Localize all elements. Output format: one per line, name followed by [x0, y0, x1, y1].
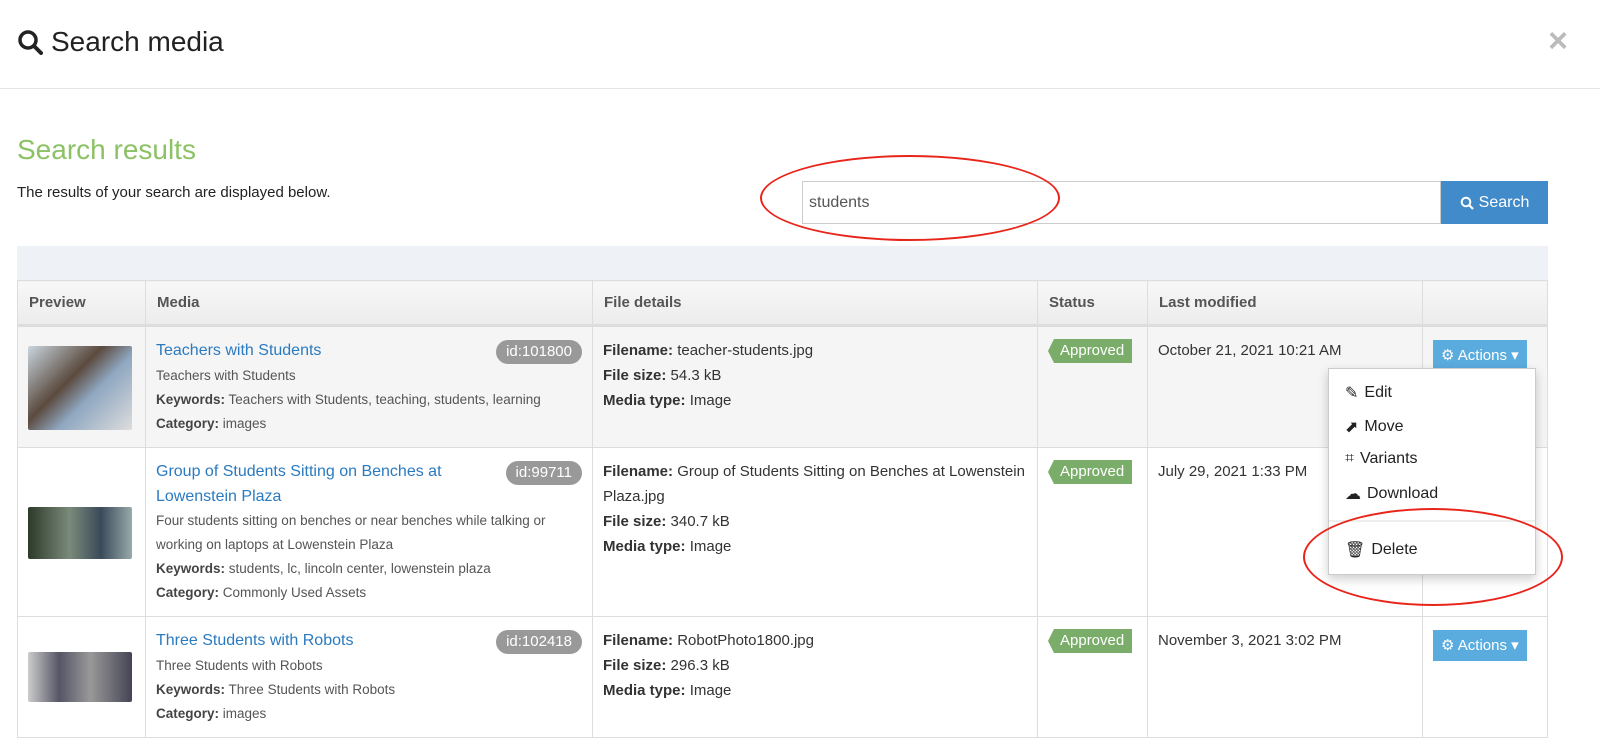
keywords-value: Teachers with Students, teaching, studen…: [228, 392, 541, 407]
edit-icon: ✎: [1345, 385, 1359, 402]
mediatype-value: Image: [689, 538, 732, 555]
results-table: Preview Media File details Status Last m…: [17, 280, 1548, 738]
mediatype-label: Media type:: [603, 682, 686, 699]
category-value: Commonly Used Assets: [222, 585, 367, 600]
filesize-value: 54.3 kB: [670, 367, 722, 384]
preview-image[interactable]: [28, 507, 132, 559]
mediatype-value: Image: [689, 682, 732, 699]
keywords-value: students, lc, lincoln center, lowenstein…: [228, 561, 491, 576]
keywords-label: Keywords:: [156, 682, 226, 697]
table-header: Preview Media File details Status Last m…: [17, 280, 1548, 327]
col-actions: [1422, 280, 1548, 327]
col-file-details[interactable]: File details: [592, 280, 1038, 327]
mediatype-label: Media type:: [603, 538, 686, 555]
actions-dropdown-menu: ✎ Edit ⬈ Move ⌗ Variants ☁ Download 🗑 Delete: [1328, 368, 1536, 575]
menu-item-delete[interactable]: 🗑 Delete: [1345, 540, 1418, 560]
filesize-value: 340.7 kB: [670, 513, 730, 530]
media-description: Teachers with Students: [156, 368, 296, 383]
search-icon: [18, 30, 43, 55]
toolbar-strip: [17, 246, 1548, 280]
results-description: The results of your search are displayed…: [17, 184, 331, 201]
status-badge: Approved: [1048, 339, 1133, 363]
filename-value: RobotPhoto1800.jpg: [677, 632, 814, 649]
search-input[interactable]: [802, 181, 1441, 224]
menu-label: Variants: [1360, 450, 1418, 467]
table-row: Group of Students Sitting on Benches at …: [17, 447, 1548, 617]
search-button[interactable]: Search: [1441, 181, 1548, 224]
table-row: Three Students with Robots id:102418 Thre…: [17, 616, 1548, 738]
close-icon[interactable]: ×: [1548, 22, 1568, 61]
menu-label: Move: [1364, 418, 1404, 435]
filename-label: Filename:: [603, 632, 674, 649]
search-button-label: Search: [1478, 193, 1530, 211]
col-last-modified[interactable]: Last modified: [1147, 280, 1423, 327]
menu-item-edit[interactable]: ✎ Edit: [1345, 383, 1392, 403]
category-label: Category:: [156, 416, 220, 431]
filename-label: Filename:: [603, 342, 674, 359]
filesize-label: File size:: [603, 657, 667, 674]
status-badge: Approved: [1048, 460, 1133, 484]
status-badge: Approved: [1048, 629, 1133, 653]
col-preview[interactable]: Preview: [17, 280, 146, 327]
last-modified: November 3, 2021 3:02 PM: [1147, 616, 1423, 738]
filesize-label: File size:: [603, 367, 667, 384]
cloud-download-icon: ☁: [1345, 486, 1361, 503]
move-icon: ⬈: [1345, 419, 1359, 436]
category-value: images: [222, 416, 267, 431]
filename-value: teacher-students.jpg: [677, 342, 814, 359]
mediatype-value: Image: [689, 392, 732, 409]
id-badge: id:101800: [496, 340, 582, 364]
id-badge: id:99711: [505, 461, 582, 485]
filename-label: Filename:: [603, 463, 674, 480]
mediatype-label: Media type:: [603, 392, 686, 409]
results-heading: Search results: [17, 134, 196, 165]
crop-icon: ⌗: [1345, 450, 1355, 467]
trash-icon: 🗑: [1345, 542, 1366, 559]
media-description: Three Students with Robots: [156, 658, 323, 673]
filesize-value: 296.3 kB: [670, 657, 730, 674]
menu-label: Edit: [1364, 384, 1392, 401]
actions-button[interactable]: ⚙ Actions ▾: [1433, 340, 1527, 371]
category-value: images: [222, 706, 267, 721]
menu-label: Delete: [1371, 541, 1418, 558]
col-status[interactable]: Status: [1037, 280, 1148, 327]
media-description: Four students sitting on benches or near…: [156, 513, 546, 552]
menu-item-variants[interactable]: ⌗ Variants: [1345, 450, 1418, 468]
actions-label: Actions: [1457, 637, 1507, 654]
preview-image[interactable]: [28, 652, 132, 702]
filesize-label: File size:: [603, 513, 667, 530]
search-icon: [1460, 196, 1474, 210]
menu-divider: [1329, 520, 1535, 522]
media-title-link[interactable]: Group of Students Sitting on Benches at …: [156, 459, 486, 509]
title-text: Search media: [51, 26, 224, 57]
category-label: Category:: [156, 585, 220, 600]
menu-item-move[interactable]: ⬈ Move: [1345, 417, 1404, 437]
modal-title: Search media: [17, 26, 224, 58]
actions-button[interactable]: ⚙ Actions ▾: [1433, 630, 1527, 661]
table-row: Teachers with Students id:101800 Teachers…: [17, 325, 1548, 448]
media-title-link[interactable]: Teachers with Students: [156, 338, 321, 363]
keywords-label: Keywords:: [156, 392, 226, 407]
actions-label: Actions: [1457, 347, 1507, 364]
menu-item-download[interactable]: ☁ Download: [1345, 484, 1438, 504]
media-title-link[interactable]: Three Students with Robots: [156, 628, 353, 653]
keywords-value: Three Students with Robots: [228, 682, 396, 697]
category-label: Category:: [156, 706, 220, 721]
keywords-label: Keywords:: [156, 561, 226, 576]
menu-label: Download: [1367, 485, 1439, 502]
preview-image[interactable]: [28, 346, 132, 430]
col-media[interactable]: Media: [145, 280, 593, 327]
id-badge: id:102418: [496, 630, 582, 654]
modal-header: Search media ×: [0, 0, 1600, 89]
